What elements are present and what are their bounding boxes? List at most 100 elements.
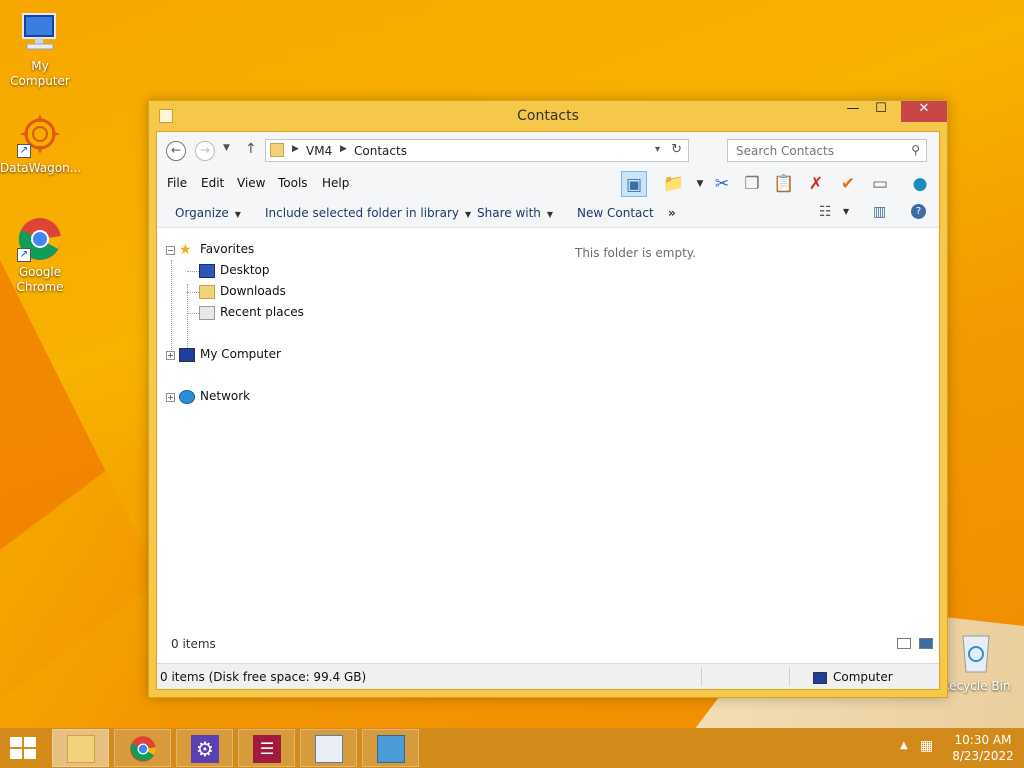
tree-desktop[interactable]: Desktop xyxy=(199,263,270,278)
taskbar-app[interactable] xyxy=(362,729,419,767)
menu-tools[interactable]: Tools xyxy=(278,176,308,190)
back-button[interactable]: ← xyxy=(166,141,186,161)
desktop-icon-my-computer[interactable]: My Computer xyxy=(0,10,80,89)
show-hidden-icons-chevron-icon[interactable]: ▲ xyxy=(900,740,908,751)
help-icon[interactable]: ? xyxy=(911,204,926,219)
taskbar-app[interactable]: ☰ xyxy=(238,729,295,767)
more-commands-button[interactable]: » xyxy=(668,206,676,220)
breadcrumb-vm4[interactable]: VM4 xyxy=(306,144,332,158)
minimize-button[interactable]: — xyxy=(839,101,867,122)
menu-help[interactable]: Help xyxy=(322,176,349,190)
search-icon[interactable]: ⚲ xyxy=(911,143,920,157)
address-history-chevron-icon[interactable]: ▾ xyxy=(655,144,660,155)
desktop-icon xyxy=(199,263,215,278)
folder-icon xyxy=(270,143,284,157)
breadcrumb-contacts[interactable]: Contacts xyxy=(354,144,407,158)
breadcrumb-separator-icon[interactable]: ▶ xyxy=(292,144,299,154)
details-view-icon[interactable] xyxy=(897,638,911,649)
chevron-down-icon[interactable]: ▼ xyxy=(843,207,849,216)
tree-connector xyxy=(187,313,199,314)
desktop-icon-label-line2: Chrome xyxy=(16,280,64,294)
command-bar: Organize ▼ Include selected folder in lib… xyxy=(157,198,939,228)
up-button[interactable]: ↑ xyxy=(245,141,257,157)
desktop-icon-label: My Computer xyxy=(10,59,70,88)
taskbar: ⚙ ☰ ▲ ▦ 10:30 AM 8/23/2022 xyxy=(0,728,1024,768)
new-contact-button[interactable]: New Contact xyxy=(577,206,654,220)
windows-logo-icon xyxy=(24,737,36,747)
chevron-down-icon: ▼ xyxy=(464,210,472,219)
tree-label: Network xyxy=(200,389,251,403)
include-in-library-button[interactable]: Include selected folder in library ▼ xyxy=(265,206,471,220)
paste-icon[interactable]: 📋 xyxy=(771,171,797,197)
chrome-icon: ↗ xyxy=(17,216,63,262)
folder-options-icon[interactable]: 📁 xyxy=(661,171,687,197)
items-count: 0 items xyxy=(171,637,216,651)
search-input[interactable] xyxy=(728,140,898,161)
cut-icon[interactable]: ✂ xyxy=(709,171,735,197)
maximize-button[interactable]: ☐ xyxy=(867,101,895,122)
clock-time: 10:30 AM xyxy=(954,733,1012,747)
status-disk-space: 0 items (Disk free space: 99.4 GB) xyxy=(160,670,367,684)
expand-my-computer-toggle[interactable]: + xyxy=(166,351,175,360)
start-button[interactable] xyxy=(10,737,38,761)
search-box[interactable]: ⚲ xyxy=(727,139,927,162)
delete-icon[interactable]: ✗ xyxy=(803,171,829,197)
tree-my-computer[interactable]: My Computer xyxy=(179,347,281,362)
taskbar-file-explorer[interactable] xyxy=(52,729,109,767)
recent-locations-dropdown[interactable]: ▼ xyxy=(223,143,230,153)
tree-connector xyxy=(187,292,199,293)
desktop-icon-recycle-bin[interactable]: Recycle Bin xyxy=(936,630,1016,694)
organize-button[interactable]: Organize ▼ xyxy=(175,206,241,220)
tree-network[interactable]: Network xyxy=(179,389,250,404)
view-options-icon[interactable]: ☷ xyxy=(819,204,832,220)
close-button[interactable]: ✕ xyxy=(901,101,947,122)
title-bar[interactable]: Contacts — ☐ ✕ xyxy=(149,101,947,131)
taskbar-app[interactable] xyxy=(300,729,357,767)
share-with-button[interactable]: Share with ▼ xyxy=(477,206,553,220)
empty-folder-message: This folder is empty. xyxy=(575,246,696,260)
tree-downloads[interactable]: Downloads xyxy=(199,284,286,299)
menu-file[interactable]: File xyxy=(167,176,187,190)
status-bar: 0 items (Disk free space: 99.4 GB) Compu… xyxy=(157,663,939,689)
tree-favorites[interactable]: ★ Favorites xyxy=(179,242,254,257)
forward-button[interactable]: → xyxy=(195,141,215,161)
explorer-window: Contacts — ☐ ✕ ← → ▼ ↑ ▶ VM4 ▶ Contacts … xyxy=(148,100,948,698)
refresh-icon[interactable]: ↻ xyxy=(671,142,682,157)
tree-recent-places[interactable]: Recent places xyxy=(199,305,304,320)
tree-label: Favorites xyxy=(200,242,255,256)
network-app-icon xyxy=(377,735,405,763)
layout-pane-icon[interactable]: ▣ xyxy=(621,171,647,197)
checkmark-icon[interactable]: ✔ xyxy=(835,171,861,197)
large-icons-view-icon[interactable] xyxy=(919,638,933,649)
up-arrow-icon: ↑ xyxy=(245,141,257,157)
wallpaper-wedge xyxy=(0,260,160,700)
clock[interactable]: 10:30 AM 8/23/2022 xyxy=(948,732,1018,764)
navigation-bar: ← → ▼ ↑ ▶ VM4 ▶ Contacts ▾ ↻ ⚲ xyxy=(157,132,939,168)
downloads-folder-icon xyxy=(199,284,215,299)
desktop-icon-label: Recycle Bin xyxy=(941,679,1011,693)
chevron-down-icon: ▼ xyxy=(223,143,230,153)
breadcrumb-separator-icon[interactable]: ▶ xyxy=(340,144,347,154)
desktop-icon-datawagon[interactable]: ↗ DataWagon... xyxy=(0,112,81,176)
window-content: ← → ▼ ↑ ▶ VM4 ▶ Contacts ▾ ↻ ⚲ File Edit… xyxy=(156,131,940,690)
expand-network-toggle[interactable]: + xyxy=(166,393,175,402)
menu-view[interactable]: View xyxy=(237,176,265,190)
wallpaper-wedge xyxy=(0,430,160,730)
network-status-icon[interactable]: ▦ xyxy=(920,738,938,756)
copy-icon[interactable]: ❐ xyxy=(739,171,765,197)
address-bar[interactable]: ▶ VM4 ▶ Contacts ▾ ↻ xyxy=(265,139,689,162)
back-arrow-icon: ← xyxy=(170,143,182,157)
collapse-favorites-toggle[interactable]: − xyxy=(166,246,175,255)
clock-date: 8/23/2022 xyxy=(952,749,1014,763)
globe-icon[interactable]: ● xyxy=(907,171,933,197)
status-divider xyxy=(701,667,702,686)
menu-edit[interactable]: Edit xyxy=(201,176,224,190)
status-location: Computer xyxy=(813,670,893,684)
star-icon: ★ xyxy=(179,241,192,258)
taskbar-chrome[interactable] xyxy=(114,729,171,767)
preview-pane-icon[interactable]: ▥ xyxy=(873,204,886,220)
datawagon-icon: ↗ xyxy=(17,112,63,158)
properties-icon[interactable]: ▭ xyxy=(867,171,893,197)
desktop-icon-google-chrome[interactable]: ↗ Google Chrome xyxy=(0,216,80,295)
taskbar-settings[interactable]: ⚙ xyxy=(176,729,233,767)
